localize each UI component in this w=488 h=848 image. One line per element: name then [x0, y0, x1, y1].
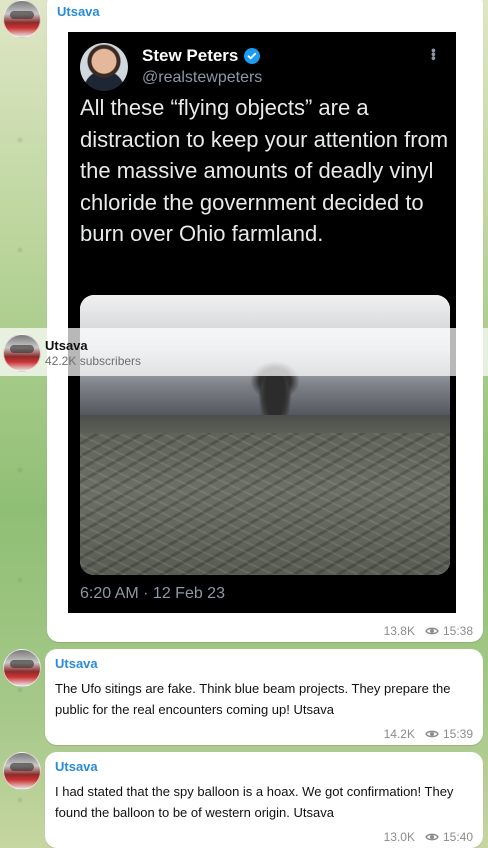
views-eye-icon	[425, 729, 439, 739]
message-meta: 13.0K 15:40	[384, 830, 473, 844]
view-count: 13.0K	[383, 830, 415, 844]
sender-name[interactable]: Utsava	[57, 4, 100, 19]
tweet-author-name-text: Stew Peters	[142, 46, 239, 65]
message-bubble-3[interactable]: Utsava I had stated that the spy balloon…	[45, 752, 483, 848]
channel-avatar-2[interactable]	[3, 649, 41, 687]
tweet-text: All these “flying objects” are a distrac…	[80, 95, 449, 246]
header-subscriber-count: 42.2K subscribers	[45, 354, 142, 368]
message-time: 15:38	[442, 624, 473, 638]
message-time: 15:39	[442, 727, 473, 741]
view-count: 14.2K	[383, 727, 415, 741]
tweet-author-avatar	[80, 43, 128, 91]
views-eye-icon	[425, 832, 439, 842]
message-text: I had stated that the spy balloon is a h…	[55, 784, 454, 820]
message-bubble-1[interactable]: Utsava Stew Peters @realstewpeters ••• A…	[47, 0, 483, 642]
tweet-timestamp: 6:20 AM · 12 Feb 23	[80, 585, 225, 602]
views-eye-icon	[425, 626, 439, 636]
more-options-icon: •••	[426, 48, 442, 60]
channel-header[interactable]: Utsava 42.2K subscribers	[0, 328, 488, 376]
header-channel-avatar[interactable]	[3, 334, 41, 372]
photo-town	[80, 433, 450, 575]
header-channel-name: Utsava	[45, 338, 88, 353]
message-meta: 14.2K 15:39	[384, 727, 473, 741]
message-text: The Ufo sitings are fake. Think blue bea…	[55, 681, 451, 717]
message-time: 15:40	[442, 830, 473, 844]
message-meta: 13.8K 15:38	[384, 624, 473, 638]
message-bubble-2[interactable]: Utsava The Ufo sitings are fake. Think b…	[45, 649, 483, 745]
channel-avatar-3[interactable]	[3, 752, 41, 790]
sender-name[interactable]: Utsava	[55, 656, 98, 671]
photo-horizon	[80, 415, 450, 435]
sender-name[interactable]: Utsava	[55, 759, 98, 774]
tweet-author-name: Stew Peters	[142, 46, 261, 66]
channel-avatar[interactable]	[3, 0, 41, 38]
tweet-author-handle: @realstewpeters	[142, 69, 263, 86]
view-count: 13.8K	[383, 624, 415, 638]
verified-badge-icon	[244, 48, 261, 64]
tweet-screenshot[interactable]: Stew Peters @realstewpeters ••• All thes…	[68, 32, 456, 613]
